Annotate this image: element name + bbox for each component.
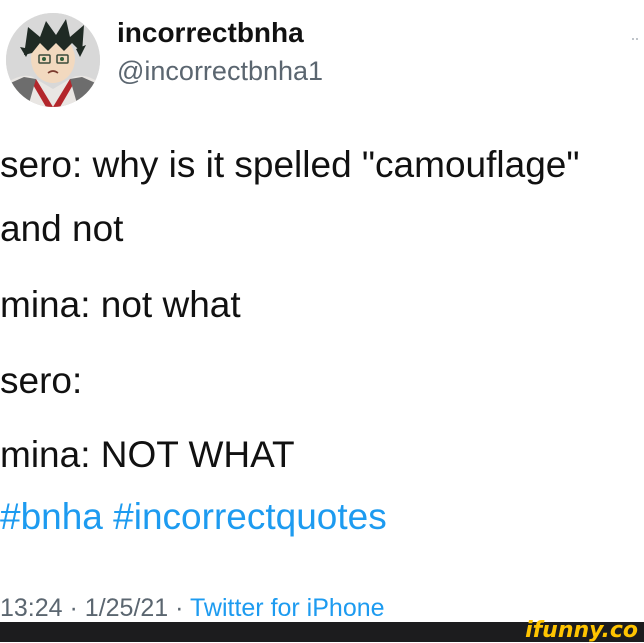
tweet-line-3: mina: not what — [0, 284, 241, 325]
ifunny-watermark-logo: ifunny.co — [525, 618, 638, 643]
avatar[interactable] — [6, 13, 100, 107]
tweet-meta: 13:24 · 1/25/21 · Twitter for iPhone — [0, 594, 385, 623]
tweet-line-1: sero: why is it spelled "camouflage" — [0, 144, 580, 185]
meta-separator: · — [69, 594, 78, 622]
user-handle[interactable]: @incorrectbnha1 — [117, 56, 323, 87]
more-dots-icon[interactable]: ·· — [630, 28, 640, 49]
display-name[interactable]: incorrectbnha — [117, 17, 304, 49]
tweet-time[interactable]: 13:24 — [0, 594, 63, 622]
tweet-line-2: and not — [0, 208, 124, 249]
tweet-line-4: sero: — [0, 360, 83, 401]
hashtag-row: #bnha #incorrectquotes — [0, 498, 387, 535]
tweet-date[interactable]: 1/25/21 — [85, 594, 168, 622]
hashtag-bnha[interactable]: #bnha — [0, 496, 103, 537]
meta-separator: · — [175, 594, 184, 622]
tweet-card: incorrectbnha @incorrectbnha1 ·· sero: w… — [0, 0, 644, 622]
tweet-line-5: mina: NOT WHAT — [0, 434, 295, 475]
hashtag-incorrectquotes[interactable]: #incorrectquotes — [113, 496, 387, 537]
tweet-source[interactable]: Twitter for iPhone — [190, 594, 385, 622]
avatar-image — [6, 13, 100, 107]
